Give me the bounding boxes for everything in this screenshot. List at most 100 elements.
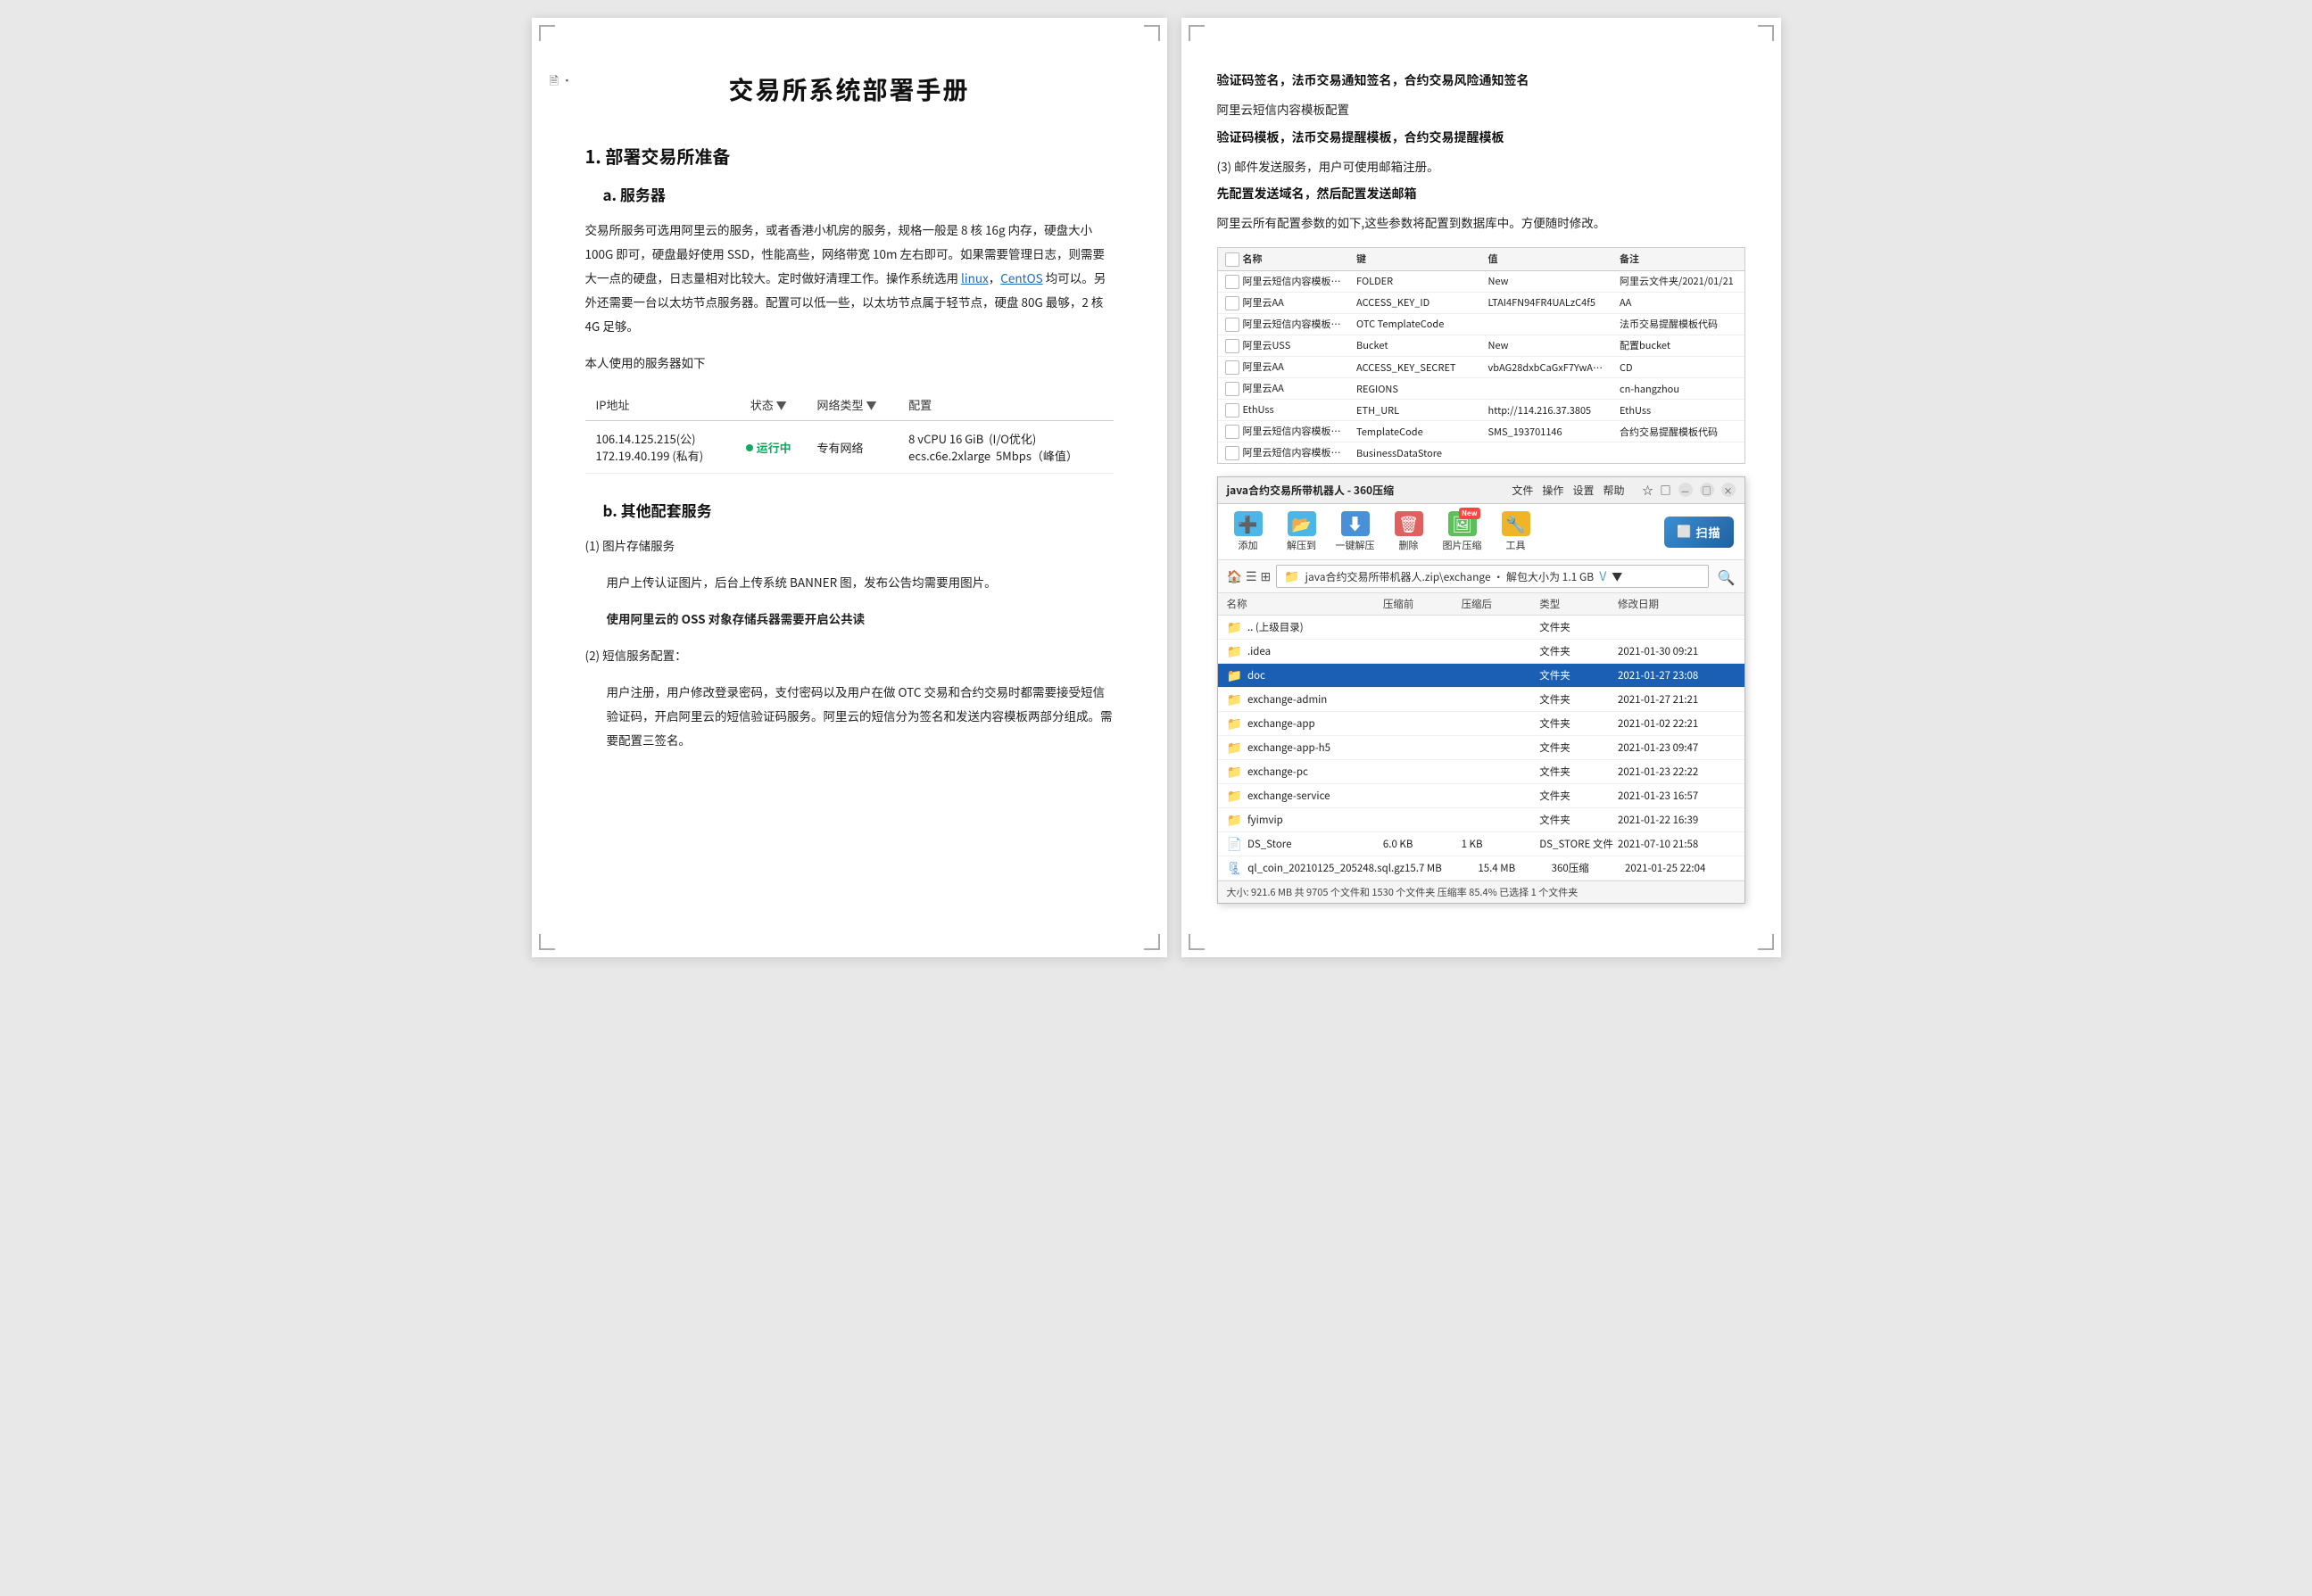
server-status: 运行中: [731, 421, 807, 474]
file-name-text: .. (上级目录): [1247, 620, 1304, 634]
fm-delete-button[interactable]: 🗑 删除: [1389, 511, 1429, 552]
corner-bl-r: [1189, 934, 1205, 950]
fm-statusbar: 大小: 921.6 MB 共 9705 个文件和 1530 个文件夹 压缩率 8…: [1218, 881, 1744, 903]
col-network[interactable]: 网络类型 ▼: [807, 389, 899, 421]
col-name-header: 名称: [1227, 597, 1383, 611]
fm-filelist-header: 名称 压缩前 压缩后 类型 修改日期: [1218, 593, 1744, 616]
fm-close-button[interactable]: ×: [1721, 483, 1736, 497]
file-row-parent[interactable]: 📁 .. (上级目录) 文件夹: [1218, 616, 1744, 640]
fm-minimize-button[interactable]: —: [1678, 483, 1693, 497]
fm-star-icon[interactable]: ☆: [1642, 483, 1653, 498]
cfg-value: LTAI4FN94FR4UALzC4f5: [1481, 292, 1613, 313]
folder-icon: 📁: [1227, 715, 1242, 732]
fm-window-controls: ☆ □ — □ ×: [1642, 483, 1735, 498]
item2-label: (2) 短信服务配置：: [585, 643, 1114, 667]
linux-link[interactable]: linux: [961, 269, 989, 286]
fm-menu-file[interactable]: 文件: [1512, 483, 1533, 498]
file-name-text: fyimvip: [1247, 813, 1283, 827]
file-type: 文件夹: [1539, 620, 1618, 634]
file-date: 2021-01-30 09:21: [1618, 644, 1736, 658]
normal-line1: 阿里云短信内容模板配置: [1217, 98, 1745, 121]
file-name-text: doc: [1247, 668, 1265, 682]
folder-icon: 📁: [1227, 642, 1242, 660]
fm-extract-button[interactable]: 📂 解压到: [1282, 511, 1322, 552]
cfg-value: [1481, 442, 1613, 464]
cfg-name: 阿里云AA: [1218, 378, 1350, 400]
file-row-ds-store[interactable]: 📄DS_Store 6.0 KB 1 KB DS_STORE 文件 2021-0…: [1218, 832, 1744, 856]
file-row-idea[interactable]: 📁.idea 文件夹 2021-01-30 09:21: [1218, 640, 1744, 664]
addr-v-icon: V: [1599, 567, 1606, 585]
file-type: 文件夹: [1539, 716, 1618, 731]
sub-heading-a: a. 服务器: [603, 183, 1114, 205]
config-table: 名称 键 值 备注 阿里云短信内容模板配置 FOLDER New 阿里云文件夹/…: [1218, 248, 1744, 463]
nav-grid-icon[interactable]: ⊞: [1261, 567, 1272, 585]
fm-scan-button[interactable]: ⬜ 扫描: [1664, 517, 1733, 548]
file-row-fyimvip[interactable]: 📁fyimvip 文件夹 2021-01-22 16:39: [1218, 808, 1744, 832]
cfg-name: 阿里云短信内容模板配置: [1218, 442, 1350, 464]
file-name-text: exchange-service: [1247, 789, 1330, 803]
fm-add-button[interactable]: ➕ 添加: [1229, 511, 1268, 552]
folder-up-icon: 📁: [1227, 618, 1242, 636]
file-row-exchange-app[interactable]: 📁exchange-app 文件夹 2021-01-02 22:21: [1218, 712, 1744, 736]
cfg-name: 阿里云短信内容模板配置: [1218, 313, 1350, 335]
item3-label: (3) 邮件发送服务，用户可使用邮箱注册。: [1217, 155, 1745, 178]
cfg-key: OTC TemplateCode: [1349, 313, 1481, 335]
fm-box-icon[interactable]: □: [1660, 483, 1670, 498]
sub-heading-b: b. 其他配套服务: [603, 499, 1114, 521]
file-compressed: 15.7 MB: [1405, 861, 1478, 875]
right-page: 验证码签名，法币交易通知签名，合约交易风险通知签名 阿里云短信内容模板配置 验证…: [1181, 18, 1781, 957]
file-date: 2021-01-23 22:22: [1618, 765, 1736, 779]
nav-home-icon[interactable]: 🏠: [1227, 567, 1242, 585]
file-date: 2021-07-10 21:58: [1618, 837, 1736, 851]
file-type: 文件夹: [1539, 740, 1618, 755]
search-icon[interactable]: 🔍: [1718, 566, 1736, 587]
fm-tools-button[interactable]: 🔧 工具: [1496, 511, 1536, 552]
file-name-text: exchange-app-h5: [1247, 740, 1330, 755]
cfg-key: FOLDER: [1349, 270, 1481, 292]
cfg-note: AA: [1612, 292, 1744, 313]
cfg-col-note: 备注: [1612, 248, 1744, 271]
fm-menu-operate[interactable]: 操作: [1542, 483, 1563, 498]
server-config: 8 vCPU 16 GiB (I/O优化) ecs.c6e.2xlarge 5M…: [898, 421, 1113, 474]
addr-dropdown-icon[interactable]: ▼: [1612, 569, 1622, 584]
table-row: 阿里云短信内容模板配置 TemplateCode SMS_193701146 合…: [1218, 421, 1744, 442]
add-icon: ➕: [1234, 511, 1263, 536]
cfg-name: 阿里云USS: [1218, 335, 1350, 356]
file-name-text: exchange-admin: [1247, 692, 1327, 707]
cfg-key: ACCESS_KEY_SECRET: [1349, 357, 1481, 378]
file-row-doc[interactable]: 📁doc 文件夹 2021-01-27 23:08: [1218, 664, 1744, 688]
file-row-exchange-app-h5[interactable]: 📁exchange-app-h5 文件夹 2021-01-23 09:47: [1218, 736, 1744, 760]
extract-icon: 📂: [1288, 511, 1316, 536]
cfg-note: CD: [1612, 357, 1744, 378]
cfg-note: EthUss: [1612, 400, 1744, 421]
file-row-sql-gz[interactable]: 🗜ql_coin_20210125_205248.sql.gz 15.7 MB …: [1218, 856, 1744, 881]
corner-br: [1144, 934, 1160, 950]
fm-menu-help[interactable]: 帮助: [1603, 483, 1624, 498]
folder-icon: 📁: [1227, 811, 1242, 829]
cfg-value: SMS_193701146: [1481, 421, 1613, 442]
file-type: 文件夹: [1539, 789, 1618, 803]
table-row: 阿里云AA REGIONS cn-hangzhou: [1218, 378, 1744, 400]
cfg-name: 阿里云短信内容模板配置: [1218, 270, 1350, 292]
cfg-value: New: [1481, 335, 1613, 356]
file-decompressed: 15.4 MB: [1478, 861, 1551, 875]
fm-titlebar: java合约交易所带机器人 - 360压缩 文件 操作 设置 帮助 ☆ □ — …: [1218, 477, 1744, 504]
fm-menu-settings[interactable]: 设置: [1572, 483, 1594, 498]
fm-maximize-button[interactable]: □: [1700, 483, 1714, 497]
tools-icon: 🔧: [1502, 511, 1530, 536]
fm-addr-path[interactable]: 📁 java合约交易所带机器人.zip\exchange · 解包大小为 1.1…: [1276, 565, 1708, 588]
file-type: 文件夹: [1539, 692, 1618, 707]
file-row-exchange-service[interactable]: 📁exchange-service 文件夹 2021-01-23 16:57: [1218, 784, 1744, 808]
fm-imgcompress-button[interactable]: 🖼 New 图片压缩: [1443, 511, 1482, 552]
file-row-exchange-pc[interactable]: 📁exchange-pc 文件夹 2021-01-23 22:22: [1218, 760, 1744, 784]
col-status[interactable]: 状态 ▼: [731, 389, 807, 421]
file-type: 360压缩: [1552, 861, 1625, 875]
corner-tl-r: [1189, 25, 1205, 41]
centos-link[interactable]: CentOS: [1000, 269, 1042, 286]
file-row-exchange-admin[interactable]: 📁exchange-admin 文件夹 2021-01-27 21:21: [1218, 688, 1744, 712]
table-row: 阿里云短信内容模板配置 FOLDER New 阿里云文件夹/2021/01/21: [1218, 270, 1744, 292]
col-date-header: 修改日期: [1618, 597, 1736, 611]
nav-list-icon[interactable]: ☰: [1246, 567, 1257, 585]
fm-oneclick-button[interactable]: ⬇ 一键解压: [1336, 511, 1375, 552]
new-badge: New: [1459, 508, 1480, 519]
